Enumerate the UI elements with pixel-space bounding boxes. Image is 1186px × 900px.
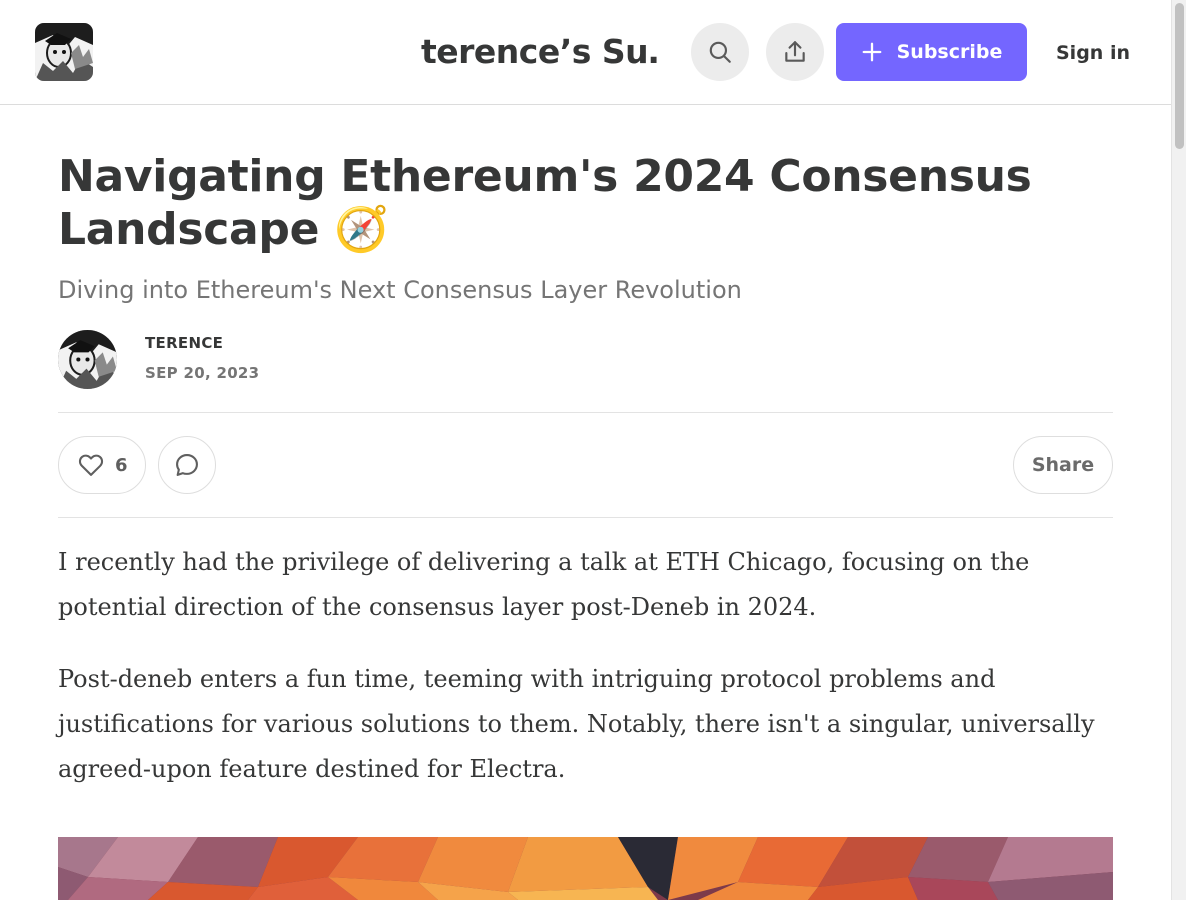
author-avatar[interactable]: [58, 330, 117, 389]
subscribe-label: Subscribe: [896, 41, 1003, 63]
page-scrollbar[interactable]: [1171, 0, 1186, 900]
share-upload-icon: [785, 41, 805, 62]
share-button[interactable]: Share: [1013, 436, 1113, 494]
body-paragraph: Post-deneb enters a fun time, teeming wi…: [58, 665, 1095, 783]
post-date: SEP 20, 2023: [145, 364, 260, 382]
sign-in-link[interactable]: Sign in: [1056, 38, 1130, 68]
post-subtitle: Diving into Ethereum's Next Consensus La…: [58, 276, 742, 304]
like-button[interactable]: 6: [58, 436, 146, 494]
like-count: 6: [115, 454, 128, 476]
divider: [58, 517, 1113, 518]
publication-logo[interactable]: [35, 23, 93, 81]
divider: [58, 412, 1113, 413]
search-button[interactable]: [691, 23, 749, 81]
share-header-button[interactable]: [766, 23, 824, 81]
subscribe-button[interactable]: Subscribe: [836, 23, 1027, 81]
search-icon: [709, 41, 731, 63]
post-hero-image: [58, 837, 1113, 900]
author-name[interactable]: TERENCE: [145, 334, 223, 352]
heart-icon: [78, 454, 104, 476]
plus-icon: [862, 42, 882, 62]
post-title: Navigating Ethereum's 2024 Consensus Lan…: [58, 151, 1032, 255]
body-paragraph: I recently had the privilege of deliveri…: [58, 548, 1030, 621]
scrollbar-thumb[interactable]: [1175, 3, 1184, 149]
comment-icon: [176, 454, 198, 476]
comment-button[interactable]: [158, 436, 216, 494]
top-navigation-bar: terence’s Su… Subscribe Sign in: [0, 0, 1171, 105]
publication-title[interactable]: terence’s Su…: [421, 28, 657, 76]
